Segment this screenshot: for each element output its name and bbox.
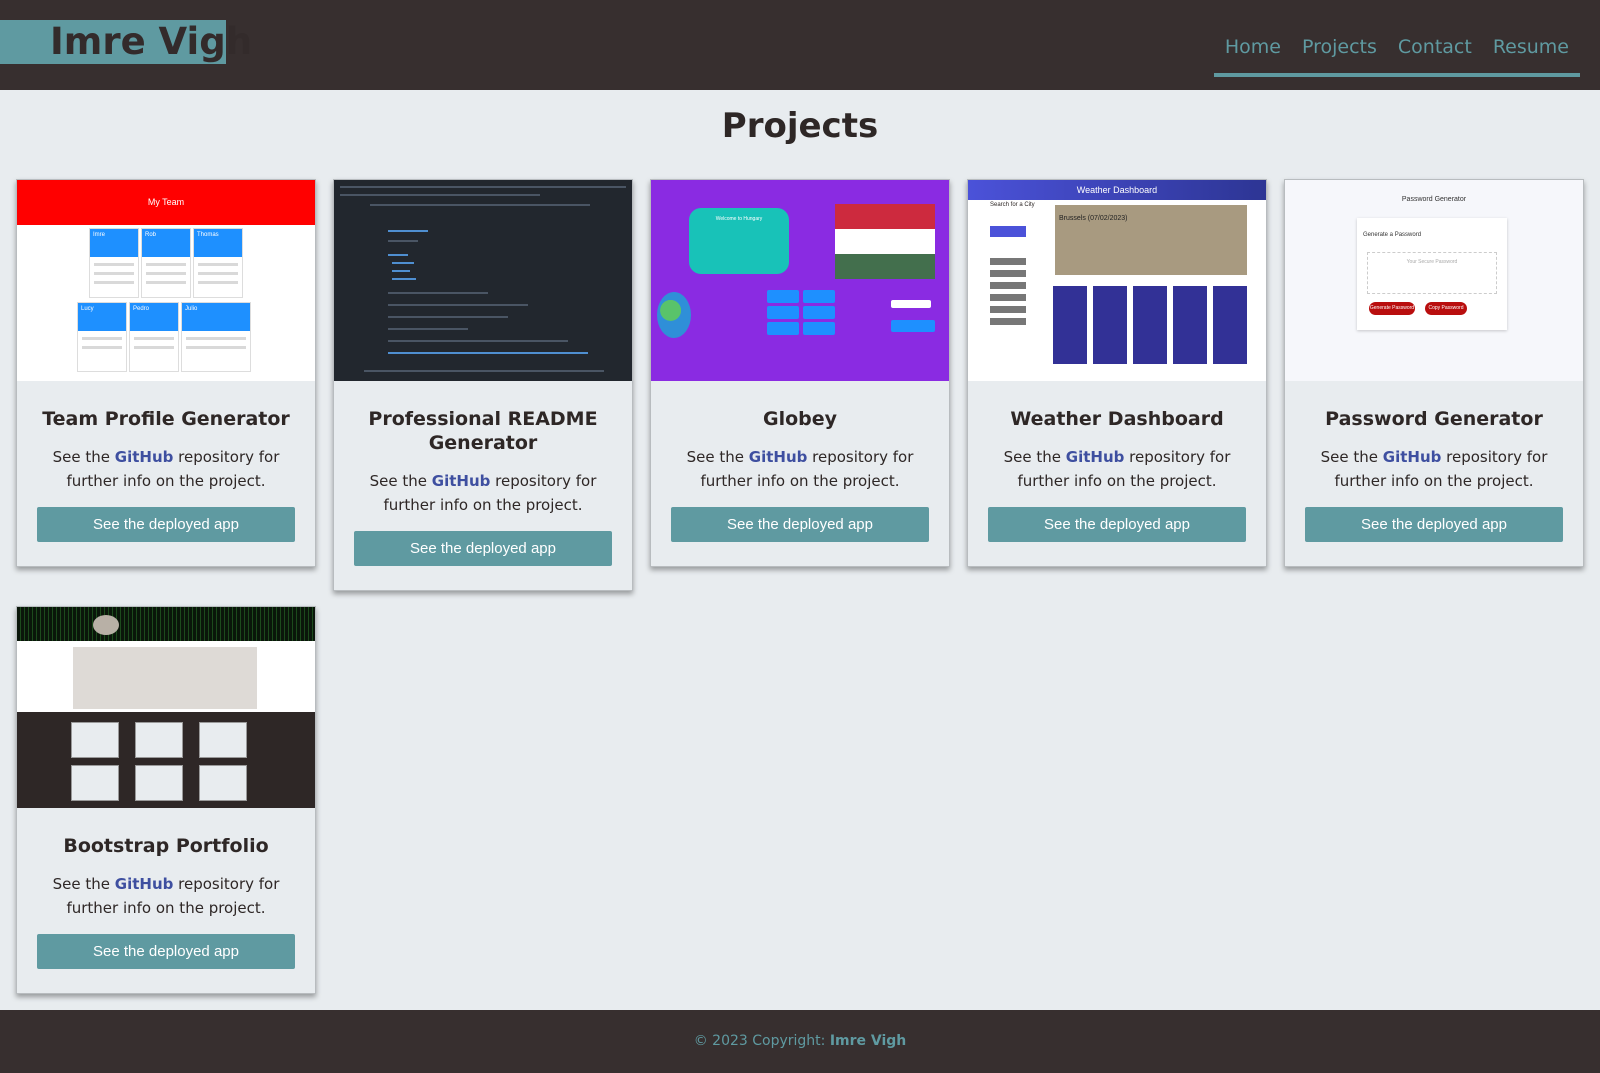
thumb-generate-button: Generate Password [1369,302,1415,315]
avatar [93,615,119,635]
github-link[interactable]: GitHub [432,472,491,490]
thumb-button-label: Copy Password [1428,305,1464,311]
thumb-search-label: Search for a City [990,202,1035,208]
deployed-app-button[interactable]: See the deployed app [354,531,612,566]
project-screenshot: Password Generator Generate a Password Y… [1285,180,1583,381]
deployed-app-button[interactable]: See the deployed app [671,507,929,542]
project-card: Welcome to Hungary Globey See the GitHub… [650,179,950,567]
deployed-app-button[interactable]: See the deployed app [1305,507,1563,542]
project-card: Bootstrap Portfolio See the GitHub repos… [16,606,316,994]
github-link[interactable]: GitHub [1066,448,1125,466]
footer-name-link[interactable]: Imre Vigh [830,1033,906,1049]
project-screenshot [17,607,315,808]
team-member-card: Imre [89,228,139,298]
project-description: See the GitHub repository for further in… [1003,448,1231,490]
page-title: Projects [721,106,879,146]
thumb-city: Brussels (07/02/2023) [1059,215,1128,222]
project-title: Weather Dashboard [1010,408,1224,430]
member-name: Imre [90,229,138,257]
project-title: Globey [762,408,838,430]
member-name: Rob [142,229,190,257]
nav-resume[interactable]: Resume [1493,36,1569,58]
project-title: Professional README Generator [368,408,598,454]
deployed-app-button[interactable]: See the deployed app [37,934,295,969]
footer-copyright: © 2023 Copyright: [693,1033,826,1049]
team-member-card: Julio [181,302,251,372]
site-footer: © 2023 Copyright: Imre Vigh [0,1010,1600,1073]
member-name: Lucy [78,303,126,331]
brand-logo[interactable]: Imre Vigh [0,20,252,64]
team-member-card: Rob [141,228,191,298]
team-member-card: Thomas [193,228,243,298]
project-description: See the GitHub repository for further in… [369,472,597,514]
nav-projects[interactable]: Projects [1302,36,1377,58]
team-member-card: Lucy [77,302,127,372]
thumb-panel-heading: Generate a Password [1363,232,1422,238]
project-description: See the GitHub repository for further in… [52,875,280,917]
project-card: My Team Imre Rob Thomas Lucy Pedro Julio… [16,179,316,567]
project-description: See the GitHub repository for further in… [52,448,280,490]
deployed-app-button[interactable]: See the deployed app [988,507,1246,542]
member-name: Pedro [130,303,178,331]
project-screenshot: Weather Dashboard Search for a City Brus… [968,180,1266,381]
thumb-password-area: Your Secure Password [1367,252,1497,294]
thumb-copy-button: Copy Password [1425,302,1467,315]
deployed-app-button[interactable]: See the deployed app [37,507,295,542]
project-card: Password Generator Generate a Password Y… [1284,179,1584,567]
project-screenshot: My Team Imre Rob Thomas Lucy Pedro Julio [17,180,315,381]
projects-grid: My Team Imre Rob Thomas Lucy Pedro Julio… [16,179,1586,994]
nav-contact[interactable]: Contact [1398,36,1472,58]
nav-home[interactable]: Home [1225,36,1281,58]
main-nav: Home Projects Contact Resume [1213,0,1580,90]
team-member-card: Pedro [129,302,179,372]
speech-bubble: Welcome to Hungary [689,208,789,274]
github-link[interactable]: GitHub [1383,448,1442,466]
globe-icon [657,292,691,338]
github-link[interactable]: GitHub [749,448,808,466]
project-description: See the GitHub repository for further in… [686,448,914,490]
thumb-button-label: Generate Password [1369,305,1415,311]
current-weather-panel: Brussels (07/02/2023) [1055,205,1247,275]
thumb-heading: Password Generator [1401,196,1467,203]
hungary-flag-icon [835,204,935,279]
member-name: Julio [182,303,250,331]
member-name: Thomas [194,229,242,257]
project-screenshot: Welcome to Hungary [651,180,949,381]
github-link[interactable]: GitHub [115,448,174,466]
project-card: Professional README Generator See the Gi… [333,179,633,591]
project-description: See the GitHub repository for further in… [1320,448,1548,490]
github-link[interactable]: GitHub [115,875,174,893]
project-screenshot [334,180,632,381]
project-title: Bootstrap Portfolio [63,835,269,857]
site-header: Imre Vigh Home Projects Contact Resume [0,0,1600,90]
thumb-placeholder: Your Secure Password [1406,259,1458,265]
project-title: Password Generator [1325,408,1543,430]
thumb-heading: Weather Dashboard [968,180,1266,200]
thumb-heading: My Team [17,180,315,225]
project-title: Team Profile Generator [42,408,290,430]
project-card: Weather Dashboard Search for a City Brus… [967,179,1267,567]
